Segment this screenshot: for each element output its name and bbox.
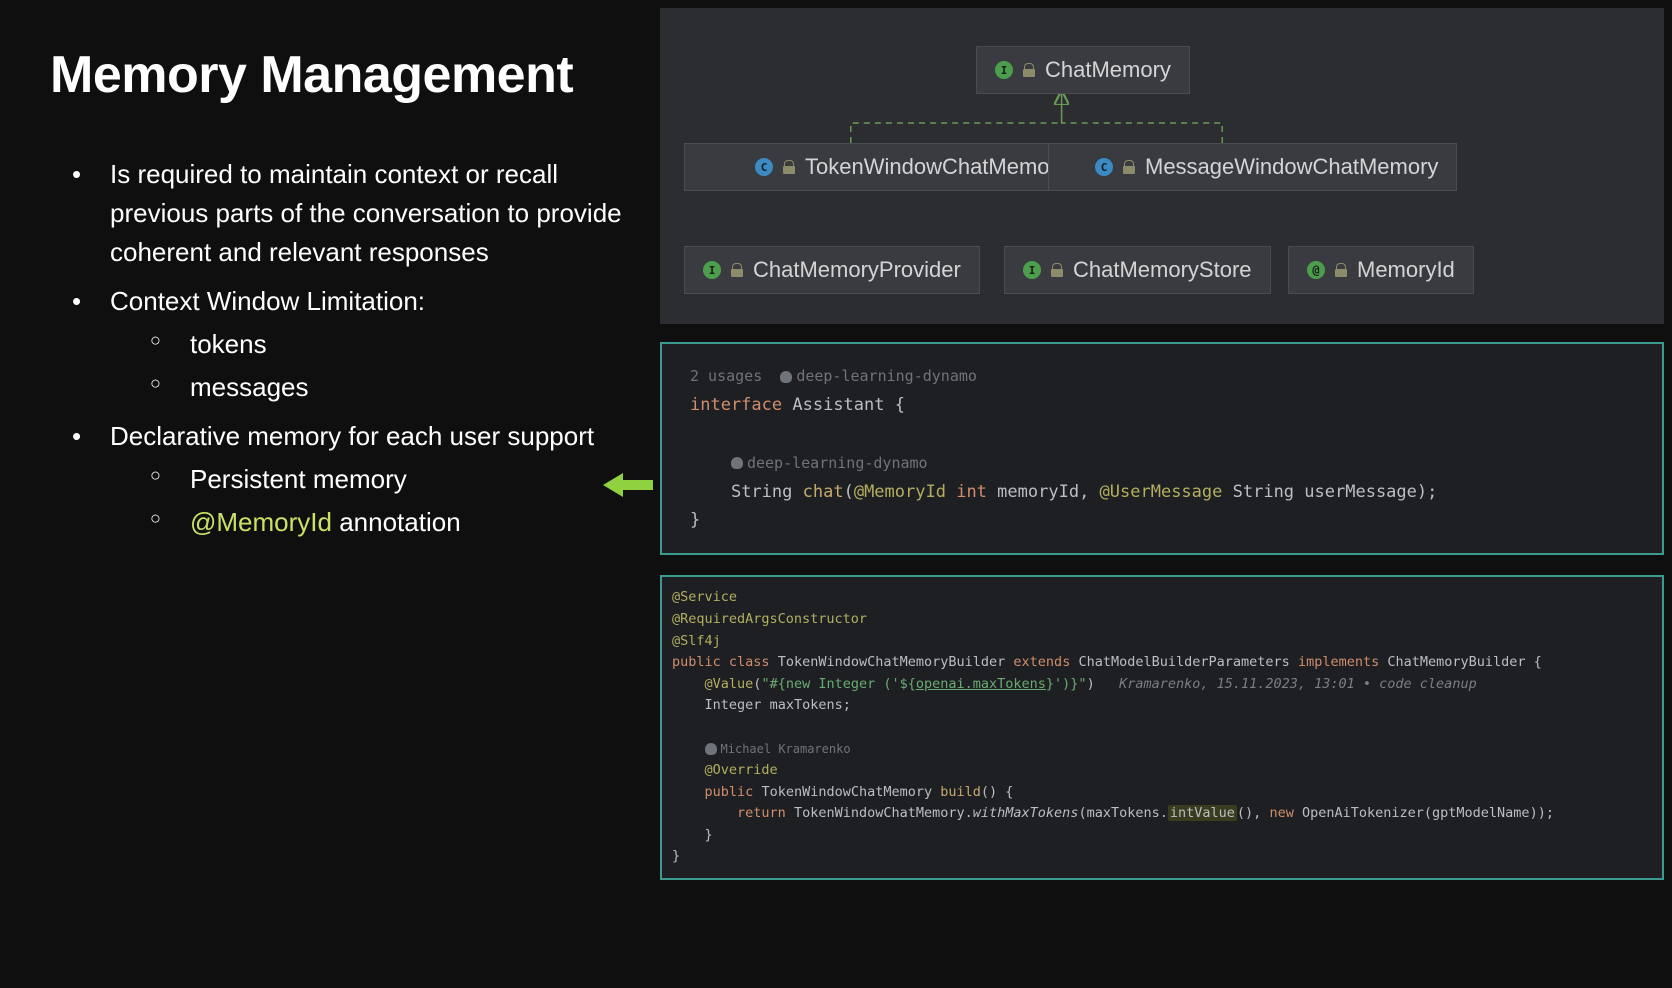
bullet-3: Declarative memory for each user support… <box>50 417 630 542</box>
class-label: ChatMemoryProvider <box>753 257 961 283</box>
bullet-2: Context Window Limitation: tokens messag… <box>50 282 630 407</box>
slide-title: Memory Management <box>50 45 630 105</box>
bullet-1-text: Is required to maintain context or recal… <box>110 159 622 267</box>
author-label: Michael Kramarenko <box>721 742 851 756</box>
class-diagram: I ChatMemory C TokenWindowChatMemory C M… <box>660 8 1664 324</box>
interface-icon: I <box>703 261 721 279</box>
bullet-3-sub-1: Persistent memory <box>110 460 630 499</box>
arrow-pointer-icon <box>603 470 653 500</box>
class-icon: C <box>1095 158 1113 176</box>
bullet-2-text: Context Window Limitation: <box>110 286 425 316</box>
bullet-1: Is required to maintain context or recal… <box>50 155 630 272</box>
class-node-store: I ChatMemoryStore <box>1004 246 1271 294</box>
annotation-icon <box>1307 261 1325 279</box>
class-node-provider: I ChatMemoryProvider <box>684 246 980 294</box>
lock-icon <box>1335 263 1347 277</box>
lock-icon <box>731 263 743 277</box>
interface-icon: I <box>995 61 1013 79</box>
person-icon <box>780 371 792 383</box>
bullet-3-text: Declarative memory for each user support <box>110 421 594 451</box>
lock-icon <box>1051 263 1063 277</box>
class-label: ChatMemory <box>1045 57 1171 83</box>
class-label: MemoryId <box>1357 257 1455 283</box>
class-icon: C <box>755 158 773 176</box>
bullet-2-sub-1: tokens <box>110 325 630 364</box>
memoryid-highlight: @MemoryId <box>190 507 332 537</box>
lock-icon <box>1023 63 1035 77</box>
person-icon <box>705 743 717 755</box>
bullet-list: Is required to maintain context or recal… <box>50 155 630 542</box>
lock-icon <box>783 160 795 174</box>
person-icon <box>731 457 743 469</box>
class-node-tokenwindow: C TokenWindowChatMemory <box>684 143 1087 191</box>
class-node-memoryid: MemoryId <box>1288 246 1474 294</box>
class-label: MessageWindowChatMemory <box>1145 154 1438 180</box>
code-tokenwindow-builder: @Service @RequiredArgsConstructor @Slf4j… <box>660 575 1664 880</box>
usages-count: 2 usages <box>690 367 762 385</box>
class-label: ChatMemoryStore <box>1073 257 1252 283</box>
author-label: deep-learning-dynamo <box>747 454 928 472</box>
author-label: deep-learning-dynamo <box>796 367 977 385</box>
code-interface-assistant: 2 usages deep-learning-dynamo interface … <box>660 342 1664 555</box>
class-node-messagewindow: C MessageWindowChatMemory <box>1048 143 1457 191</box>
class-node-chatmemory: I ChatMemory <box>976 46 1190 94</box>
interface-icon: I <box>1023 261 1041 279</box>
bullet-3-sub-2: @MemoryId annotation <box>110 503 630 542</box>
bullet-2-sub-2: messages <box>110 368 630 407</box>
class-label: TokenWindowChatMemory <box>805 154 1068 180</box>
inline-comment: Kramarenko, 15.11.2023, 13:01 • code cle… <box>1119 676 1477 692</box>
lock-icon <box>1123 160 1135 174</box>
